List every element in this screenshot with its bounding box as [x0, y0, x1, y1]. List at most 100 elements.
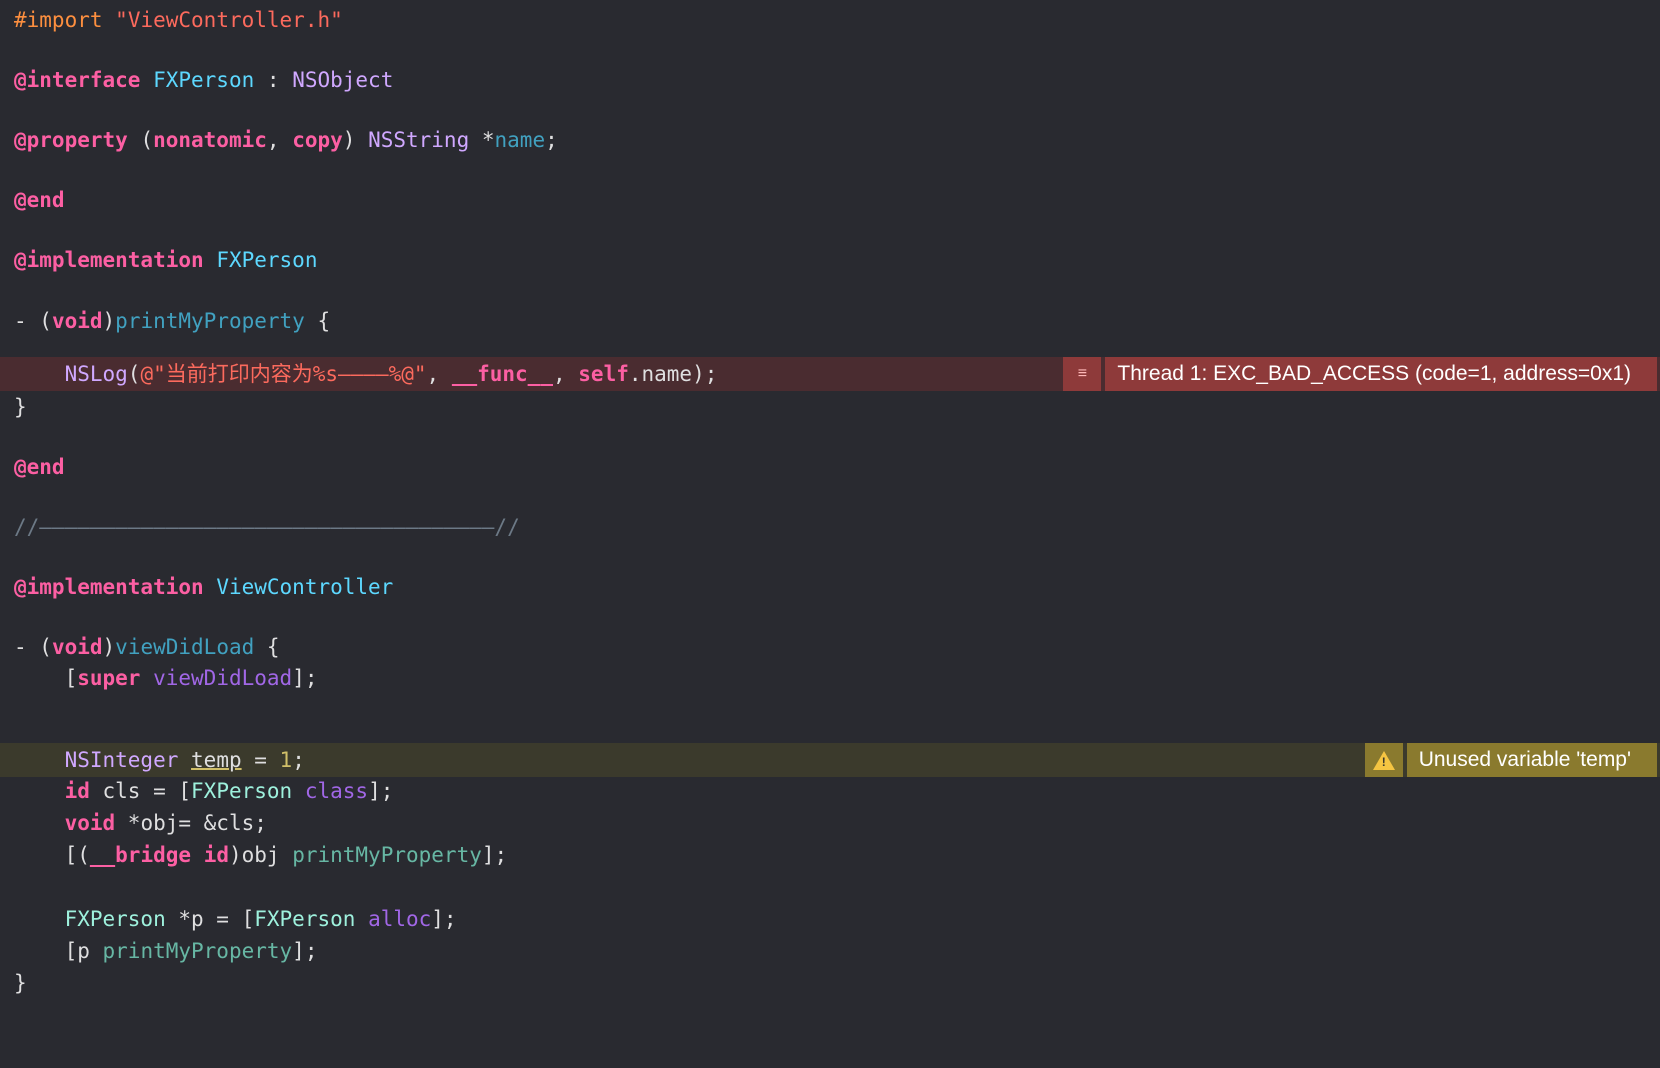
nonatomic-attr: nonatomic [153, 128, 267, 152]
cast-close: )obj [228, 843, 293, 867]
obj-declaration: *obj= &cls; [115, 811, 267, 835]
code-line[interactable]: [(__bridge id)obj printMyProperty]; [0, 838, 1660, 872]
self-keyword: self [578, 362, 629, 386]
end-keyword: @end [14, 455, 65, 479]
bracket-token: ]; [481, 843, 508, 867]
brace-token: } [14, 395, 27, 419]
bracket-token: [p [64, 939, 103, 963]
type-name: NSString [368, 128, 470, 152]
paren-token: ( [127, 128, 154, 152]
code-line[interactable]: void *obj= &cls; [0, 806, 1660, 840]
bracket-token: ]; [292, 939, 318, 963]
paren-token: ) [342, 128, 369, 152]
separator-comment: //————————————————————————————————————// [14, 515, 520, 539]
code-line[interactable]: [p printMyProperty]; [0, 934, 1660, 968]
string-literal: @"当前打印内容为%s————%@" [140, 362, 427, 386]
method-name: printMyProperty [115, 309, 305, 333]
class-name: FXPerson [254, 907, 356, 931]
pointer-token: * [469, 128, 495, 152]
bracket-token: ]; [368, 779, 394, 803]
method-call: alloc [368, 907, 432, 931]
void-keyword: void [51, 309, 103, 333]
method-call: printMyProperty [292, 843, 482, 867]
method-call: printMyProperty [102, 939, 293, 963]
class-name: FXPerson [64, 907, 166, 931]
property-keyword: @property [14, 128, 128, 152]
bracket-token: [ [64, 666, 78, 690]
brace-token: { [304, 309, 331, 333]
warning-annotation[interactable]: ! Unused variable 'temp' [1364, 743, 1657, 777]
copy-attr: copy [292, 128, 343, 152]
bracket-token: ]; [292, 666, 318, 690]
method-dash: - ( [14, 635, 52, 659]
p-declaration: *p = [ [165, 907, 255, 931]
list-icon[interactable]: ≡ [1063, 357, 1102, 391]
code-line[interactable]: @end [0, 183, 1660, 217]
func-macro: __func__ [451, 362, 553, 386]
error-annotation[interactable]: ≡ Thread 1: EXC_BAD_ACCESS (code=1, addr… [1063, 357, 1657, 391]
assign-token: = [241, 748, 280, 772]
temp-variable: temp [191, 748, 242, 772]
bracket-token: ]; [431, 907, 457, 931]
class-name: FXPerson [153, 68, 255, 92]
semicolon-token: ; [292, 748, 305, 772]
code-line[interactable]: //————————————————————————————————————// [0, 510, 1660, 544]
paren-token: ( [127, 362, 141, 386]
method-call: viewDidLoad [153, 666, 293, 690]
code-line[interactable]: @interface FXPerson : NSObject [0, 63, 1660, 97]
warning-line[interactable]: NSInteger temp = 1; ! Unused variable 't… [0, 743, 1660, 777]
class-name: FXPerson [216, 248, 318, 272]
paren-token: ) [102, 635, 116, 659]
code-line[interactable]: @implementation ViewController [0, 570, 1660, 604]
warning-message: Unused variable 'temp' [1406, 743, 1657, 777]
method-dash: - ( [14, 309, 52, 333]
void-keyword: void [51, 635, 103, 659]
paren-token: ) [102, 309, 116, 333]
end-keyword: @end [14, 188, 65, 212]
code-line[interactable]: } [0, 390, 1660, 424]
super-keyword: super [77, 666, 141, 690]
superclass-name: NSObject [292, 68, 394, 92]
code-line[interactable]: @property (nonatomic, copy) NSString *na… [0, 123, 1660, 157]
implementation-keyword: @implementation [14, 575, 204, 599]
code-line[interactable]: } [0, 966, 1660, 1000]
comma-token: , [552, 362, 579, 386]
warning-glyph: ! [1381, 754, 1386, 769]
code-line[interactable]: FXPerson *p = [FXPerson alloc]; [0, 902, 1660, 936]
brace-token: { [254, 635, 280, 659]
type-name: NSInteger [64, 748, 179, 772]
bridge-keyword: __bridge [89, 843, 192, 867]
property-name: name [494, 128, 546, 152]
code-line[interactable]: [super viewDidLoad]; [0, 661, 1660, 695]
id-keyword: id [203, 843, 229, 867]
code-line[interactable]: #import "ViewController.h" [0, 3, 1660, 37]
import-file: "ViewController.h" [115, 8, 343, 32]
code-line[interactable]: - (void)viewDidLoad { [0, 630, 1660, 664]
code-line[interactable]: @implementation FXPerson [0, 243, 1660, 277]
warning-triangle-icon[interactable]: ! [1364, 743, 1403, 777]
interface-keyword: @interface [14, 68, 141, 92]
comma-token: , [426, 362, 452, 386]
error-line[interactable]: NSLog(@"当前打印内容为%s————%@", __func__, self… [0, 357, 1660, 391]
code-line[interactable]: id cls = [FXPerson class]; [0, 774, 1660, 808]
code-editor[interactable]: #import "ViewController.h" @interface FX… [0, 0, 1660, 1006]
method-call: class [304, 779, 369, 803]
function-call: NSLog [64, 362, 128, 386]
id-keyword: id [64, 779, 90, 803]
code-line[interactable]: - (void)printMyProperty { [0, 304, 1660, 338]
class-name: FXPerson [191, 779, 293, 803]
member-access: .name); [628, 362, 718, 386]
cls-declaration: cls = [ [89, 779, 192, 803]
code-line[interactable]: @end [0, 450, 1660, 484]
comma-token: , [266, 128, 293, 152]
number-literal: 1 [279, 748, 293, 772]
class-name: ViewController [216, 575, 394, 599]
